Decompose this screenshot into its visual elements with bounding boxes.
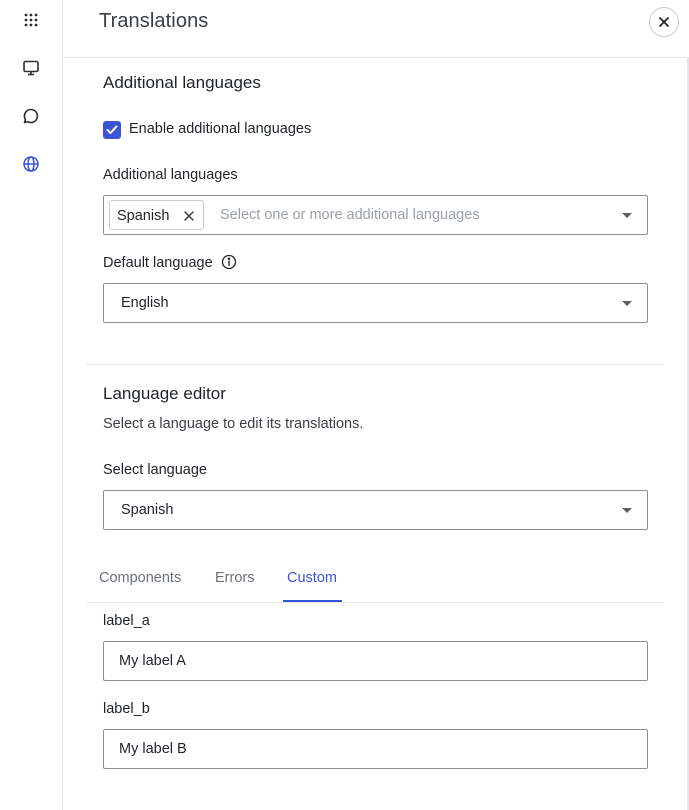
monitor-button[interactable] [20,57,42,79]
chat-button[interactable] [20,105,42,127]
select-language-value: Spanish [121,502,174,518]
close-button[interactable] [649,7,679,37]
apps-grid-button[interactable] [20,9,42,31]
default-language-select[interactable]: English [103,283,648,323]
chevron-down-icon [622,301,632,306]
checkmark-icon [106,125,118,134]
panel-header: Translations [63,0,689,58]
apps-grid-icon [24,13,38,27]
tab-errors[interactable]: Errors [215,570,254,586]
close-icon [659,17,669,27]
translations-button[interactable] [20,153,42,175]
monitor-icon [23,60,39,76]
additional-languages-label: Additional languages [103,167,238,183]
panel-title: Translations [99,10,209,32]
default-language-label: Default language [103,255,213,271]
chevron-down-icon [622,213,632,218]
select-language-label: Select language [103,462,207,478]
label-a-key: label_a [103,613,150,629]
label-a-input[interactable] [103,641,648,681]
additional-languages-multiselect[interactable]: Spanish Select one or more additional la… [103,195,648,235]
tab-components[interactable]: Components [99,570,181,586]
select-language-dropdown[interactable]: Spanish [103,490,648,530]
label-b-input[interactable] [103,729,648,769]
enable-additional-languages-checkbox[interactable] [103,121,121,139]
remove-tag-icon[interactable] [183,210,195,222]
section-divider [87,364,664,365]
left-icon-rail [0,0,63,810]
tabs-divider [87,602,664,603]
info-icon[interactable] [221,254,237,270]
chat-bubble-icon [23,108,39,124]
language-tag-label: Spanish [117,208,170,224]
enable-additional-languages-label[interactable]: Enable additional languages [129,121,311,137]
language-editor-description: Select a language to edit its translatio… [103,416,364,432]
tab-custom[interactable]: Custom [287,570,337,586]
label-b-key: label_b [103,701,150,717]
default-language-value: English [121,295,169,311]
chevron-down-icon [622,508,632,513]
additional-languages-placeholder: Select one or more additional languages [220,207,480,223]
additional-languages-heading: Additional languages [103,73,261,92]
globe-icon [23,156,39,172]
language-tag: Spanish [109,200,204,230]
language-editor-heading: Language editor [103,384,226,403]
